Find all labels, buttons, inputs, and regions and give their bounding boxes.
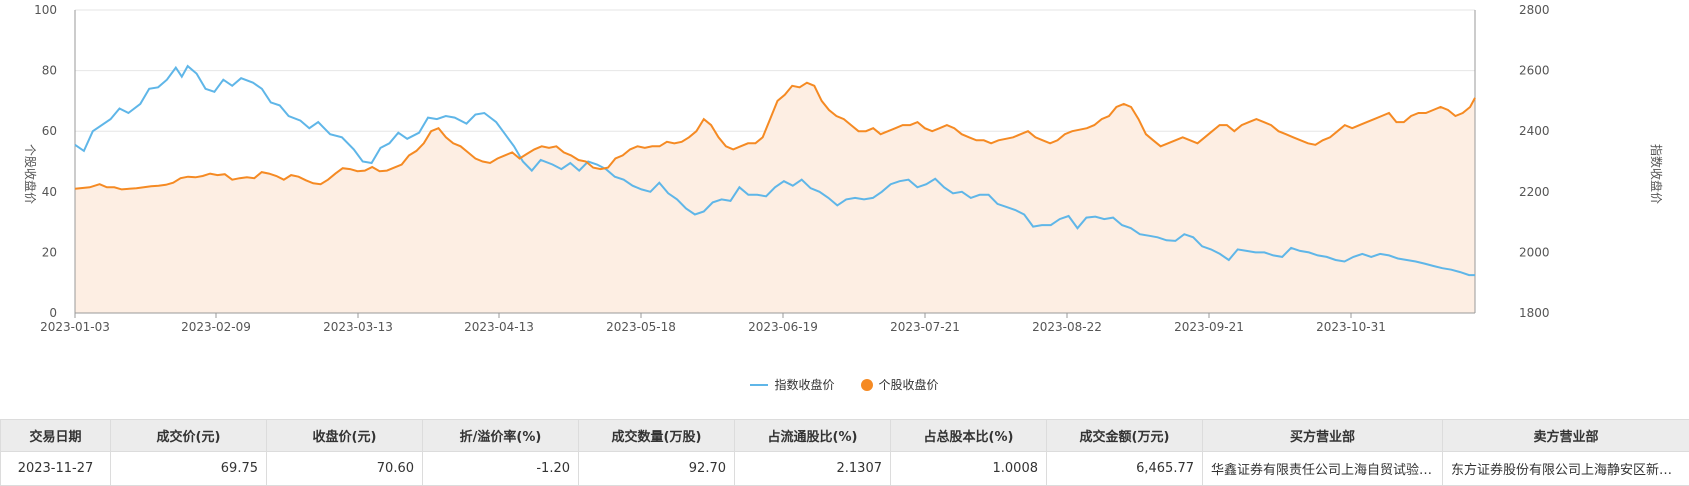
x-tick-label: 2023-08-22 [1032,320,1102,334]
block-trade-table: 交易日期 成交价(元) 收盘价(元) 折/溢价率(%) 成交数量(万股) 占流通… [0,419,1689,486]
col-header-premium-rate[interactable]: 折/溢价率(%) [423,420,579,452]
legend-label-stock: 个股收盘价 [879,376,939,393]
y-left-tick-label: 100 [34,3,57,17]
col-header-total-ratio[interactable]: 占总股本比(%) [891,420,1047,452]
col-header-date[interactable]: 交易日期 [1,420,111,452]
x-tick-label: 2023-01-03 [40,320,110,334]
legend-dot-icon [861,379,873,391]
y-right-tick-label: 2600 [1519,64,1550,78]
x-tick-label: 2023-06-19 [748,320,818,334]
cell-seller-link[interactable]: 东方证券股份有限公司上海静安区新闸路证券营业部 [1443,452,1689,486]
y-left-tick-label: 40 [42,185,57,199]
x-tick-label: 2023-04-13 [464,320,534,334]
cell-date: 2023-11-27 [1,452,111,486]
table-row: 2023-11-27 69.75 70.60 -1.20 92.70 2.130… [1,452,1689,486]
x-tick-label: 2023-02-09 [181,320,251,334]
y-right-tick-label: 2000 [1519,245,1550,259]
cell-buyer-link[interactable]: 华鑫证券有限责任公司上海自贸试验区分公司 [1203,452,1443,486]
cell-volume: 92.70 [579,452,735,486]
y-left-tick-label: 0 [49,306,57,320]
legend-item-stock[interactable]: 个股收盘价 [861,376,939,393]
cell-amount: 6,465.77 [1047,452,1203,486]
cell-float-ratio: 2.1307 [735,452,891,486]
price-chart: 0 20 40 60 80 100 1800 2000 2200 2400 2600 2800 2023… [0,0,1689,412]
col-header-amount[interactable]: 成交金额(万元) [1047,420,1203,452]
x-tick-label: 2023-09-21 [1174,320,1244,334]
col-header-volume[interactable]: 成交数量(万股) [579,420,735,452]
y-axis-right-label: 指数收盘价 [1649,144,1664,204]
cell-close-price: 70.60 [267,452,423,486]
y-left-tick-label: 20 [42,245,57,259]
col-header-trade-price[interactable]: 成交价(元) [111,420,267,452]
legend-item-index[interactable]: 指数收盘价 [750,376,834,393]
col-header-seller[interactable]: 卖方营业部 [1443,420,1689,452]
chart-legend: 指数收盘价 个股收盘价 [0,376,1689,393]
x-tick-label: 2023-07-21 [890,320,960,334]
legend-label-index: 指数收盘价 [774,376,834,393]
cell-premium-rate: -1.20 [423,452,579,486]
y-left-tick-label: 80 [42,64,57,78]
x-tick-label: 2023-05-18 [606,320,676,334]
y-left-tick-label: 60 [42,124,57,138]
legend-line-icon [750,384,768,386]
cell-trade-price: 69.75 [111,452,267,486]
col-header-buyer[interactable]: 买方营业部 [1203,420,1443,452]
y-right-tick-label: 1800 [1519,306,1550,320]
y-right-tick-label: 2400 [1519,124,1550,138]
y-axis-left-label: 个股收盘价 [23,144,38,204]
x-tick-label: 2023-03-13 [323,320,393,334]
col-header-close-price[interactable]: 收盘价(元) [267,420,423,452]
y-right-tick-label: 2800 [1519,3,1550,17]
col-header-float-ratio[interactable]: 占流通股比(%) [735,420,891,452]
table-header-row: 交易日期 成交价(元) 收盘价(元) 折/溢价率(%) 成交数量(万股) 占流通… [1,420,1689,452]
x-tick-label: 2023-10-31 [1316,320,1386,334]
stock-close-area-fill [75,83,1475,313]
cell-total-ratio: 1.0008 [891,452,1047,486]
y-right-tick-label: 2200 [1519,185,1550,199]
